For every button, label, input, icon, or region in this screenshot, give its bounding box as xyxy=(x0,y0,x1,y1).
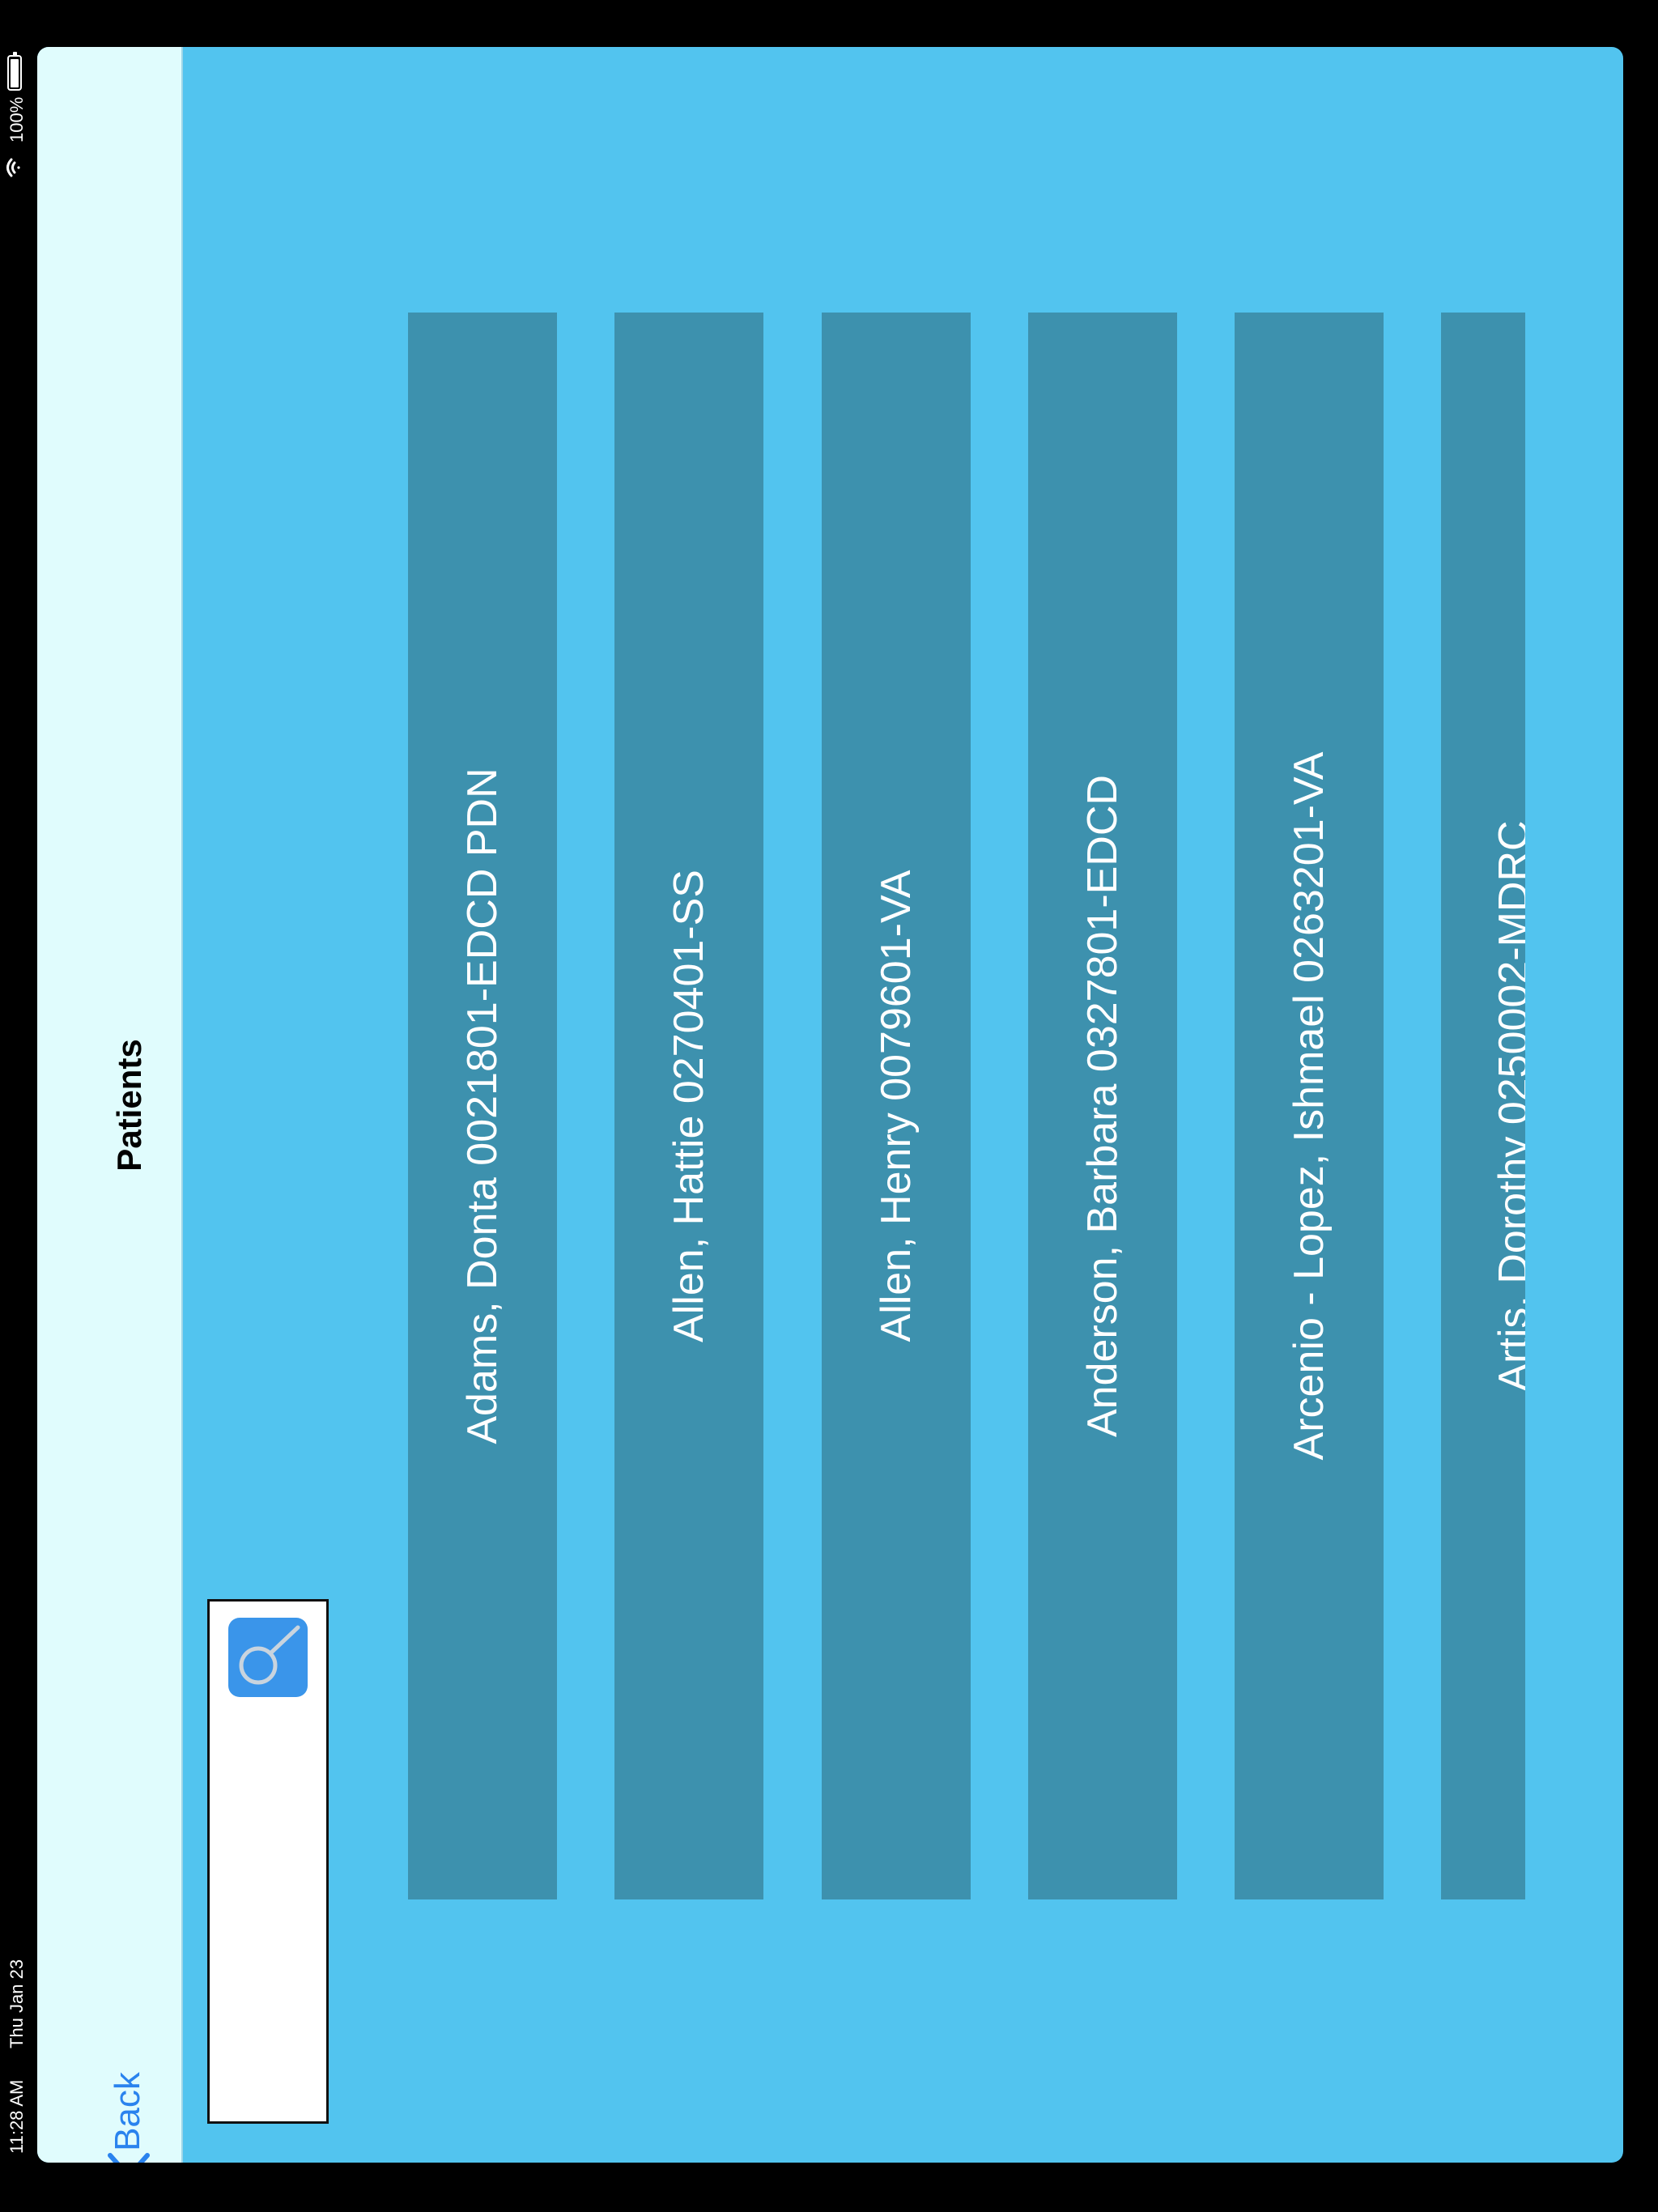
patient-row[interactable]: Allen, Henry 0079601-VA xyxy=(822,313,971,1899)
battery-percent: 100% xyxy=(6,96,27,143)
status-date: Thu Jan 23 xyxy=(6,1959,27,2048)
patient-row[interactable]: Anderson, Barbara 0327801-EDCD xyxy=(1028,313,1177,1899)
back-label[interactable]: Back xyxy=(108,2072,148,2151)
search-button[interactable] xyxy=(228,1618,308,1697)
patient-label: Artis, Dorothy 0250002-MDRC xyxy=(1490,820,1525,1392)
status-bar: 100% Thu Jan 23 11:28 AM xyxy=(0,0,37,2212)
battery-icon xyxy=(7,52,22,91)
patient-row[interactable]: Artis, Dorothy 0250002-MDRC xyxy=(1441,313,1525,1899)
patient-row[interactable]: Allen, Hattie 0270401-SS xyxy=(614,313,763,1899)
chevron-left-icon xyxy=(108,2153,150,2163)
app-window: Patients Back Adams, Donta 0021801-EDCD … xyxy=(37,47,1623,2163)
page-title: Patients xyxy=(110,1039,148,1172)
navigation-bar: Patients Back xyxy=(37,47,183,2163)
patient-label: Arcenio - Lopez, Ishmael 0263201-VA xyxy=(1286,751,1333,1461)
patient-label: Allen, Hattie 0270401-SS xyxy=(665,870,712,1342)
status-time: 11:28 AM xyxy=(6,2079,27,2154)
wifi-icon xyxy=(6,158,20,177)
patient-row[interactable]: Adams, Donta 0021801-EDCD PDN xyxy=(408,313,557,1899)
patient-label: Anderson, Barbara 0327801-EDCD xyxy=(1079,774,1126,1438)
search-icon xyxy=(239,1625,300,1685)
patient-row[interactable]: Arcenio - Lopez, Ishmael 0263201-VA xyxy=(1235,313,1384,1899)
patient-label: Adams, Donta 0021801-EDCD PDN xyxy=(459,768,506,1444)
patient-label: Allen, Henry 0079601-VA xyxy=(873,870,920,1342)
